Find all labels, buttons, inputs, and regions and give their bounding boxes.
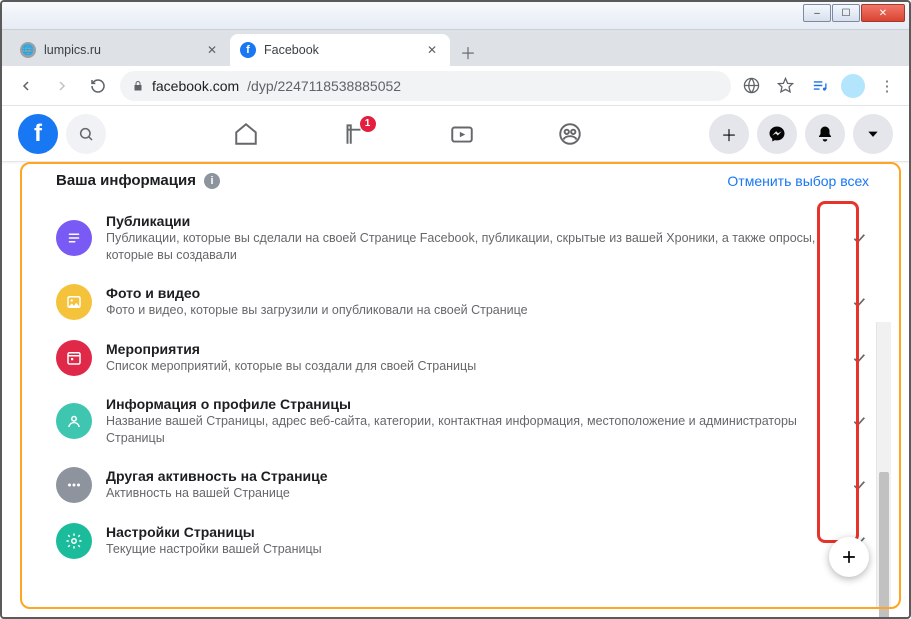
item-checkbox[interactable]	[849, 475, 869, 495]
star-icon[interactable]	[773, 74, 797, 98]
item-checkbox[interactable]	[849, 292, 869, 312]
fb-account-menu-button[interactable]	[853, 114, 893, 154]
fb-header: f 1 ＋	[2, 106, 909, 162]
fb-nav-pages-icon[interactable]: 1	[334, 114, 374, 154]
your-information-section: Ваша информация i Отменить выбор всех Пу…	[2, 162, 909, 617]
browser-tab[interactable]: 🌐 lumpics.ru ✕	[10, 34, 230, 66]
item-body: ПубликацииПубликации, которые вы сделали…	[106, 213, 835, 264]
item-body: Настройки СтраницыТекущие настройки ваше…	[106, 524, 835, 558]
fb-nav-watch-icon[interactable]	[442, 114, 482, 154]
translate-icon[interactable]	[739, 74, 763, 98]
item-description: Публикации, которые вы сделали на своей …	[106, 230, 835, 264]
info-category-row[interactable]: Другая активность на СтраницеАктивность …	[56, 457, 869, 513]
window-close-button[interactable]: ✕	[861, 4, 905, 22]
item-description: Активность на вашей Странице	[106, 485, 835, 502]
fb-logo-icon[interactable]: f	[18, 114, 58, 154]
item-description: Фото и видео, которые вы загрузили и опу…	[106, 302, 835, 319]
lock-icon	[132, 80, 144, 92]
item-description: Список мероприятий, которые вы создали д…	[106, 358, 835, 375]
window-minimize-button[interactable]: –	[803, 4, 831, 22]
browser-profile-avatar[interactable]	[841, 74, 865, 98]
item-body: Другая активность на СтраницеАктивность …	[106, 468, 835, 502]
fb-notifications-button[interactable]	[805, 114, 845, 154]
fb-new-message-fab[interactable]	[829, 537, 869, 577]
nav-reload-button[interactable]	[84, 72, 112, 100]
info-category-row[interactable]: ПубликацииПубликации, которые вы сделали…	[56, 203, 869, 274]
item-title: Настройки Страницы	[106, 524, 835, 540]
globe-icon: 🌐	[20, 42, 36, 58]
tab-title: lumpics.ru	[44, 43, 196, 57]
deselect-all-link[interactable]: Отменить выбор всех	[727, 173, 869, 189]
item-title: Фото и видео	[106, 285, 835, 301]
item-body: МероприятияСписок мероприятий, которые в…	[106, 341, 835, 375]
item-body: Информация о профиле СтраницыНазвание ва…	[106, 396, 835, 447]
page-settings-icon	[56, 523, 92, 559]
other-activity-icon	[56, 467, 92, 503]
tab-close-icon[interactable]: ✕	[204, 42, 220, 58]
item-title: Мероприятия	[106, 341, 835, 357]
browser-tab-active[interactable]: f Facebook ✕	[230, 34, 450, 66]
fb-messenger-button[interactable]	[757, 114, 797, 154]
info-category-row[interactable]: Настройки СтраницыТекущие настройки ваше…	[56, 513, 869, 569]
info-category-row[interactable]: Фото и видеоФото и видео, которые вы заг…	[56, 274, 869, 330]
facebook-icon: f	[240, 42, 256, 58]
fb-create-button[interactable]: ＋	[709, 114, 749, 154]
item-body: Фото и видеоФото и видео, которые вы заг…	[106, 285, 835, 319]
item-checkbox[interactable]	[849, 411, 869, 431]
fb-nav-groups-icon[interactable]	[550, 114, 590, 154]
fb-nav-home-icon[interactable]	[226, 114, 266, 154]
item-title: Публикации	[106, 213, 835, 229]
nav-back-button[interactable]	[12, 72, 40, 100]
item-description: Название вашей Страницы, адрес веб-сайта…	[106, 413, 835, 447]
item-title: Другая активность на Странице	[106, 468, 835, 484]
window-maximize-button[interactable]: ☐	[832, 4, 860, 22]
browser-tabstrip: 🌐 lumpics.ru ✕ f Facebook ✕ ＋	[2, 30, 909, 66]
item-checkbox[interactable]	[849, 348, 869, 368]
fb-search-button[interactable]	[66, 114, 106, 154]
url-path: /dyp/2247118538885052	[247, 78, 401, 94]
info-icon[interactable]: i	[204, 173, 220, 189]
item-description: Текущие настройки вашей Страницы	[106, 541, 835, 558]
events-icon	[56, 340, 92, 376]
scrollbar-thumb[interactable]	[879, 472, 889, 619]
music-icon[interactable]	[807, 74, 831, 98]
new-tab-button[interactable]: ＋	[454, 38, 482, 66]
browser-toolbar: facebook.com/dyp/2247118538885052 ⋮	[2, 66, 909, 106]
page-scrollbar[interactable]	[876, 322, 891, 609]
item-checkbox[interactable]	[849, 228, 869, 248]
photos-icon	[56, 284, 92, 320]
url-field[interactable]: facebook.com/dyp/2247118538885052	[120, 71, 731, 101]
tab-title: Facebook	[264, 43, 416, 57]
browser-menu-icon[interactable]: ⋮	[875, 74, 899, 98]
window-titlebar: – ☐ ✕	[2, 2, 909, 30]
posts-icon	[56, 220, 92, 256]
section-heading: Ваша информация	[56, 172, 196, 189]
page-info-icon	[56, 403, 92, 439]
info-category-row[interactable]: Информация о профиле СтраницыНазвание ва…	[56, 386, 869, 457]
tab-close-icon[interactable]: ✕	[424, 42, 440, 58]
notification-badge: 1	[360, 116, 376, 132]
nav-forward-button[interactable]	[48, 72, 76, 100]
info-category-row[interactable]: МероприятияСписок мероприятий, которые в…	[56, 330, 869, 386]
item-title: Информация о профиле Страницы	[106, 396, 835, 412]
url-origin: facebook.com	[152, 78, 239, 94]
